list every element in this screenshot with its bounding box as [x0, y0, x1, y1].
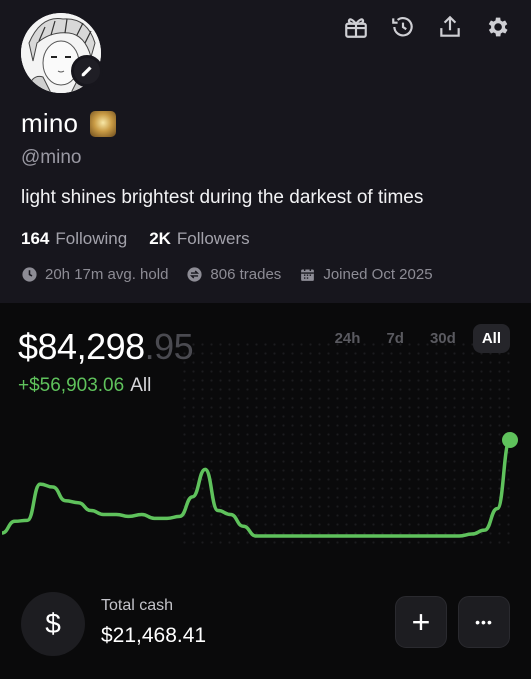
dollar-icon: $ [21, 592, 85, 656]
more-icon: ••• [475, 614, 493, 630]
profile-bio: light shines brightest during the darkes… [21, 187, 424, 208]
calendar-icon [301, 268, 315, 281]
change-amount: +$56,903.06 [18, 375, 125, 396]
gift-icon[interactable] [341, 12, 370, 41]
trades-text: 806 trades [210, 266, 282, 283]
follow-stats: 164 Following 2K Followers [21, 229, 250, 249]
profile-handle: @mino [21, 147, 82, 168]
portfolio-value-main: $84,298 [18, 326, 145, 367]
portfolio-value-decimal: .95 [144, 326, 194, 367]
portfolio-value: $84,298.95 [18, 326, 194, 368]
avg-hold-stat: 20h 17m avg. hold [21, 266, 168, 283]
total-cash-value: $21,468.41 [101, 624, 207, 647]
portfolio-line [1, 438, 512, 538]
following-link[interactable]: 164 Following [21, 229, 127, 249]
range-7d[interactable]: 7d [377, 324, 413, 353]
range-selector: 24h 7d 30d All [326, 324, 510, 353]
swap-icon [187, 267, 203, 282]
trades-stat: 806 trades [186, 266, 281, 283]
add-button[interactable]: + [395, 596, 447, 648]
avg-hold-text: 20h 17m avg. hold [45, 266, 169, 283]
portfolio-change: +$56,903.06 All [18, 375, 151, 397]
clock-icon [22, 267, 37, 282]
following-count: 164 [21, 229, 50, 248]
plus-icon: + [411, 604, 431, 640]
more-button[interactable]: ••• [458, 596, 510, 648]
followers-count: 2K [149, 229, 171, 248]
followers-link[interactable]: 2K Followers [149, 229, 249, 249]
range-all[interactable]: All [472, 324, 510, 353]
header-actions [341, 12, 511, 41]
settings-icon[interactable] [482, 12, 511, 41]
portfolio-chart [1, 432, 518, 538]
profile-name: mino [21, 108, 79, 138]
profile-badge-icon [90, 110, 117, 137]
joined-stat: Joined Oct 2025 [299, 266, 433, 283]
current-value-point [502, 432, 518, 448]
following-label: Following [55, 229, 128, 248]
change-period: All [130, 375, 152, 396]
profile-meta: 20h 17m avg. hold 806 trades Joined Oct … [21, 266, 433, 283]
profile-header: mino @mino light shines brightest during… [0, 0, 531, 303]
joined-text: Joined Oct 2025 [323, 266, 433, 283]
share-icon[interactable] [435, 12, 464, 41]
total-cash-label: Total cash [101, 597, 174, 614]
edit-avatar-button[interactable] [71, 55, 103, 87]
followers-label: Followers [176, 229, 250, 248]
range-30d[interactable]: 30d [421, 324, 465, 353]
pencil-icon [81, 66, 92, 77]
name-row: mino [21, 108, 117, 139]
history-icon[interactable] [388, 12, 417, 41]
range-24h[interactable]: 24h [326, 324, 370, 353]
